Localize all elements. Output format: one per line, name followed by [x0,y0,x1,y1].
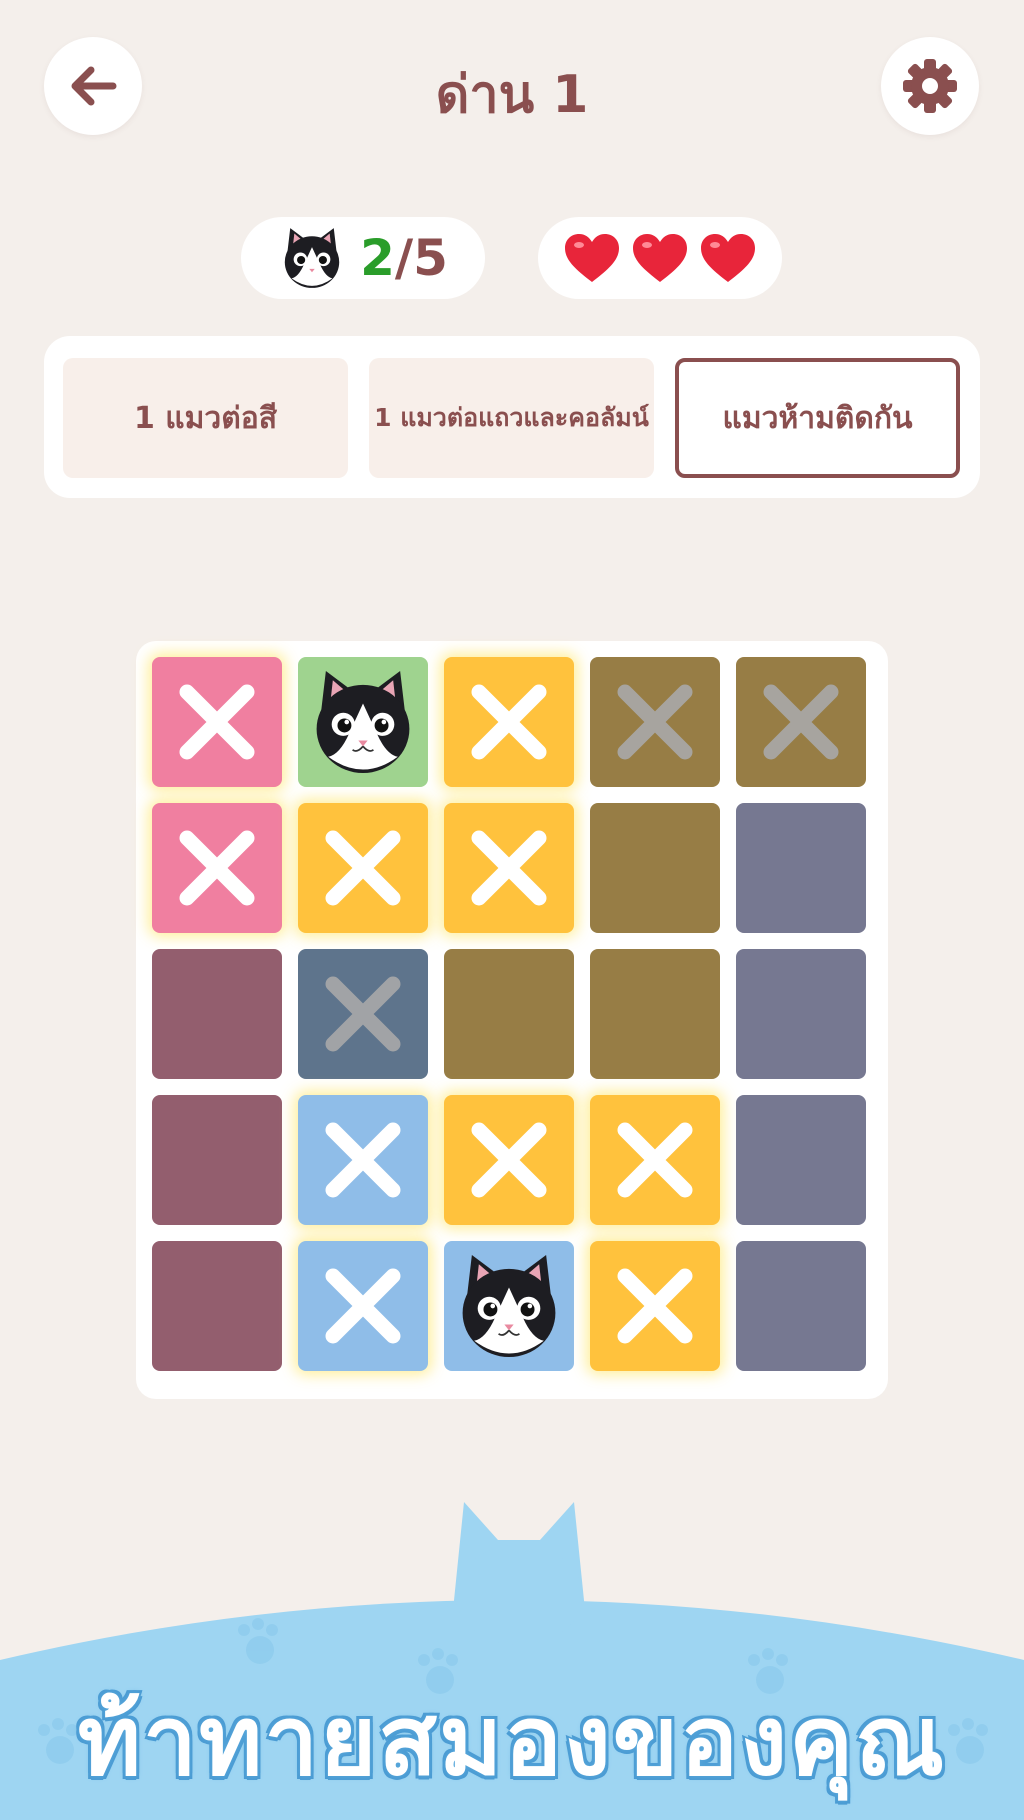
cat-face-icon [462,1254,556,1358]
board-cell-r2-c4[interactable] [590,803,720,933]
settings-button[interactable] [881,37,979,135]
slogan-text: ท้าทายสมองของคุณ [77,1685,947,1797]
board-cell-r2-c1[interactable] [152,803,282,933]
board-cell-r4-c2[interactable] [298,1095,428,1225]
board-cell-r1-c4[interactable] [590,657,720,787]
x-mark-icon [179,684,255,760]
puzzle-board [136,641,888,1399]
x-mark-icon [471,1122,547,1198]
heart-icon [633,234,687,282]
board-cell-r4-c4[interactable] [590,1095,720,1225]
board-cell-r2-c3[interactable] [444,803,574,933]
board-cell-r3-c4[interactable] [590,949,720,1079]
board-cell-r5-c5[interactable] [736,1241,866,1371]
rule-one-cat-per-row-column[interactable]: 1 แมวต่อแถวและคอลัมน์ [369,358,654,478]
page-title: ด่าน 1 [435,65,589,125]
board-cell-r1-c1[interactable] [152,657,282,787]
board-cell-r3-c1[interactable] [152,949,282,1079]
x-mark-icon [617,1122,693,1198]
board-cell-r2-c2[interactable] [298,803,428,933]
rules-panel: 1 แมวต่อสี 1 แมวต่อแถวและคอลัมน์ แมวห้าม… [44,336,980,498]
board-cell-r4-c5[interactable] [736,1095,866,1225]
cats-separator: / [394,229,414,287]
rule-no-adjacent-cats[interactable]: แมวห้ามติดกัน [675,358,960,478]
board-cell-r3-c5[interactable] [736,949,866,1079]
lives-indicator [538,217,782,299]
cat-face-icon [316,670,410,774]
board-cell-r1-c3[interactable] [444,657,574,787]
board-cell-r3-c3[interactable] [444,949,574,1079]
board-cell-r1-c5[interactable] [736,657,866,787]
cat-counter: 2/5 [241,217,485,299]
heart-icon [701,234,755,282]
rule-one-cat-per-color[interactable]: 1 แมวต่อสี [63,358,348,478]
board-cell-r5-c4[interactable] [590,1241,720,1371]
cats-found: 2 [360,229,395,287]
board-cell-r5-c3[interactable] [444,1241,574,1371]
x-mark-icon [617,1268,693,1344]
board-cell-r5-c1[interactable] [152,1241,282,1371]
x-mark-icon [325,976,401,1052]
gear-icon [903,59,957,113]
x-mark-icon [617,684,693,760]
x-mark-icon [471,684,547,760]
x-mark-icon [471,830,547,906]
board-cell-r5-c2[interactable] [298,1241,428,1371]
x-mark-icon [179,830,255,906]
board-cell-r2-c5[interactable] [736,803,866,933]
board-cell-r4-c3[interactable] [444,1095,574,1225]
heart-icon [565,234,619,282]
cats-total: 5 [413,229,448,287]
board-cell-r3-c2[interactable] [298,949,428,1079]
x-mark-icon [325,830,401,906]
board-cell-r4-c1[interactable] [152,1095,282,1225]
x-mark-icon [763,684,839,760]
board-cell-r1-c2[interactable] [298,657,428,787]
cat-face-icon [284,228,340,288]
x-mark-icon [325,1268,401,1344]
x-mark-icon [325,1122,401,1198]
cat-silhouette-icon [452,1502,586,1645]
